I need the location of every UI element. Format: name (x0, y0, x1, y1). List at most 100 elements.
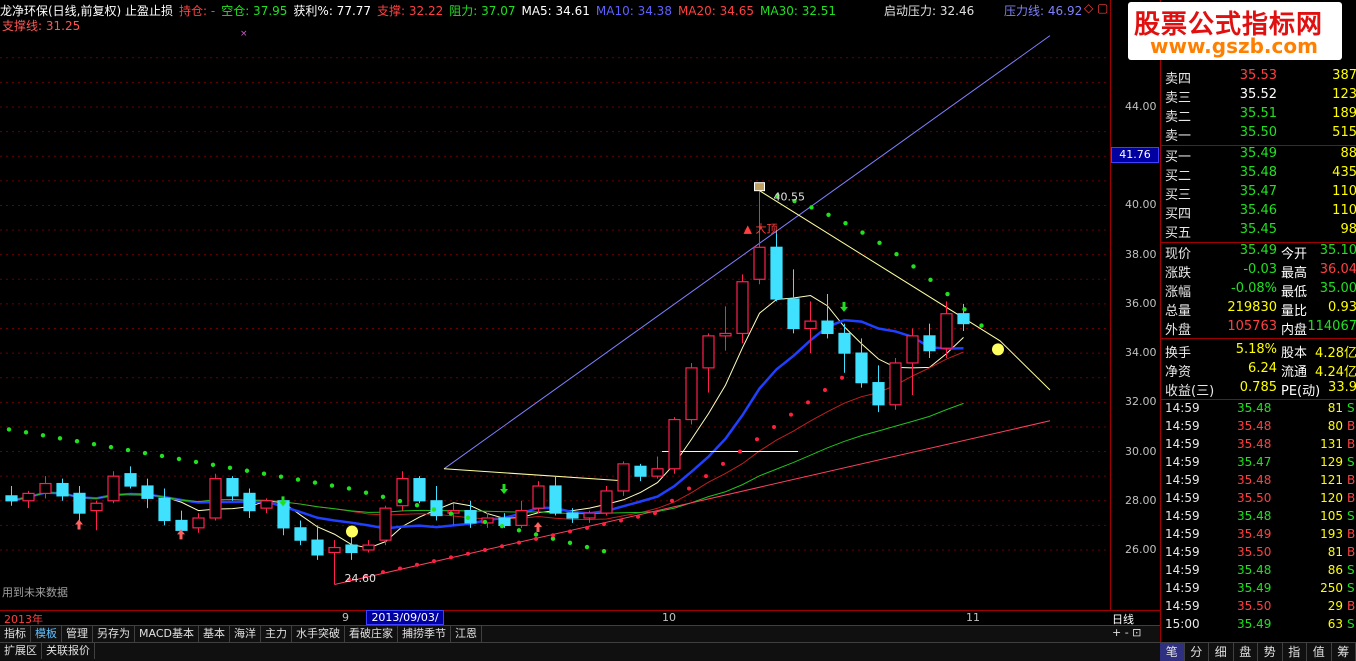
stop-dot-red (466, 552, 470, 556)
pressure-line-value: 压力线: 46.92 (1004, 2, 1082, 19)
support-value: 支撑: 32.22 (377, 4, 443, 18)
quote-label: 内盘 (1281, 319, 1307, 338)
stop-dot-green (568, 541, 572, 545)
tick-price: 35.48 (1237, 419, 1271, 433)
side-tab-0[interactable]: 笔 (1160, 643, 1185, 661)
ma30-value: MA30: 32.51 (760, 4, 836, 18)
tab-11[interactable]: 江恩 (451, 626, 482, 642)
stop-dot-green (109, 445, 113, 449)
quote-row: 换手5.18%股本4.28亿 (1163, 342, 1356, 361)
tick-row: 14:5935.47129S (1163, 455, 1356, 473)
quote-row: 净资6.24流通4.24亿 (1163, 361, 1356, 380)
candle-body (142, 486, 153, 498)
bid-level-3: 买三35.47110 (1163, 184, 1356, 203)
candle-body (805, 321, 816, 328)
tick-side: B (1347, 599, 1355, 613)
candle-body (737, 282, 748, 334)
window-control-icons[interactable]: ◇ ▢ (1084, 1, 1108, 15)
candle-body (499, 518, 510, 525)
stop-dot-green (364, 490, 368, 494)
tab-4[interactable]: MACD基本 (135, 626, 199, 642)
stop-dot-green (945, 292, 949, 296)
side-tab-4[interactable]: 势 (1258, 643, 1283, 661)
ma10-value: MA10: 34.38 (596, 4, 672, 18)
candle-body (193, 518, 204, 528)
stop-dot-red (721, 462, 725, 466)
quote-label: 外盘 (1165, 319, 1191, 338)
tab-9[interactable]: 看破庄家 (345, 626, 398, 642)
side-tab-3[interactable]: 盘 (1234, 643, 1259, 661)
ask-level-4: 卖四35.53387 (1163, 68, 1356, 87)
stop-dot-green (211, 463, 215, 467)
ask-level-1: 卖一35.50515 (1163, 125, 1356, 144)
stop-dot-green (415, 503, 419, 507)
stop-dot-green (143, 451, 147, 455)
stop-dot-green (979, 323, 983, 327)
ytick-label: 28.00 (1125, 494, 1157, 507)
xaxis-month-9: 9 (342, 611, 349, 624)
tick-price: 35.48 (1237, 509, 1271, 523)
stop-dot-red (415, 563, 419, 567)
bottom-tabbar: 扩展区关联报价 (0, 642, 1160, 661)
tab-8[interactable]: 水手突破 (292, 626, 345, 642)
bid-level-1-volume: 88 (1340, 146, 1356, 161)
stock-title: 龙净环保(日线,前复权) 止盈止损 (0, 4, 173, 18)
tab-0[interactable]: 指标 (0, 626, 31, 642)
tick-price: 35.49 (1237, 527, 1271, 541)
bid-level-5-label: 买五 (1165, 222, 1191, 241)
tick-price: 35.47 (1237, 455, 1271, 469)
tick-row: 14:5935.5081B (1163, 545, 1356, 563)
quote-value: 4.28亿 (1315, 342, 1356, 361)
tab-6[interactable]: 海洋 (230, 626, 261, 642)
tick-row: 14:5935.4886S (1163, 563, 1356, 581)
high-price-label: 40.55 (774, 191, 806, 204)
candle-body (6, 496, 17, 501)
tab-1[interactable]: 模板 (31, 626, 62, 642)
tab-7[interactable]: 主力 (261, 626, 292, 642)
tick-volume: 129 (1307, 455, 1343, 469)
tick-price: 35.49 (1237, 581, 1271, 595)
side-tab-5[interactable]: 指 (1283, 643, 1308, 661)
side-tab-6[interactable]: 值 (1307, 643, 1332, 661)
side-tab-2[interactable]: 细 (1209, 643, 1234, 661)
tab-controls[interactable]: + - ⊡ (1112, 626, 1141, 639)
candle-body (720, 333, 731, 335)
stop-dot-green (7, 427, 11, 431)
tick-row: 14:5935.4881S (1163, 401, 1356, 419)
bid-level-3-price: 35.47 (1221, 184, 1277, 199)
candle-body (584, 513, 595, 518)
side-tab-7[interactable]: 筹 (1332, 643, 1356, 661)
time-axis (0, 610, 1160, 625)
tick-row: 14:5935.50120B (1163, 491, 1356, 509)
tick-price: 35.48 (1237, 437, 1271, 451)
tab-5[interactable]: 基本 (199, 626, 230, 642)
candle-body (329, 548, 340, 553)
bottom-tab-1[interactable]: 关联报价 (42, 643, 95, 659)
stop-dot-green (466, 516, 470, 520)
candle-body (601, 491, 612, 513)
tab-10[interactable]: 捕捞季节 (398, 626, 451, 642)
tab-3[interactable]: 另存为 (93, 626, 135, 642)
kline-chart[interactable]: 40.5524.60▲ 大顶× (0, 0, 1110, 610)
stop-dot-green (843, 221, 847, 225)
hold-value: 持仓: - (179, 4, 215, 18)
tab-2[interactable]: 管理 (62, 626, 93, 642)
ask-level-2-volume: 189 (1332, 106, 1356, 121)
quote-value: 35.49 (1221, 243, 1277, 258)
pressure-trendline (444, 36, 1050, 469)
quote-label: 换手 (1165, 342, 1191, 361)
quote-value: 36.04 (1320, 262, 1356, 277)
tick-side: B (1347, 545, 1355, 559)
side-tabbar: 笔分细盘势指值筹 (1160, 642, 1356, 661)
stop-dot-green (92, 442, 96, 446)
side-tab-1[interactable]: 分 (1185, 643, 1210, 661)
bid-level-3-volume: 110 (1332, 184, 1356, 199)
candle-body (686, 368, 697, 420)
stop-dot-red (636, 515, 640, 519)
candle-body (873, 383, 884, 405)
stop-dot-green (911, 264, 915, 268)
bid-level-4: 买四35.46110 (1163, 203, 1356, 222)
ask-level-3-volume: 123 (1332, 87, 1356, 102)
bottom-tab-0[interactable]: 扩展区 (0, 643, 42, 659)
tick-volume: 121 (1307, 473, 1343, 487)
